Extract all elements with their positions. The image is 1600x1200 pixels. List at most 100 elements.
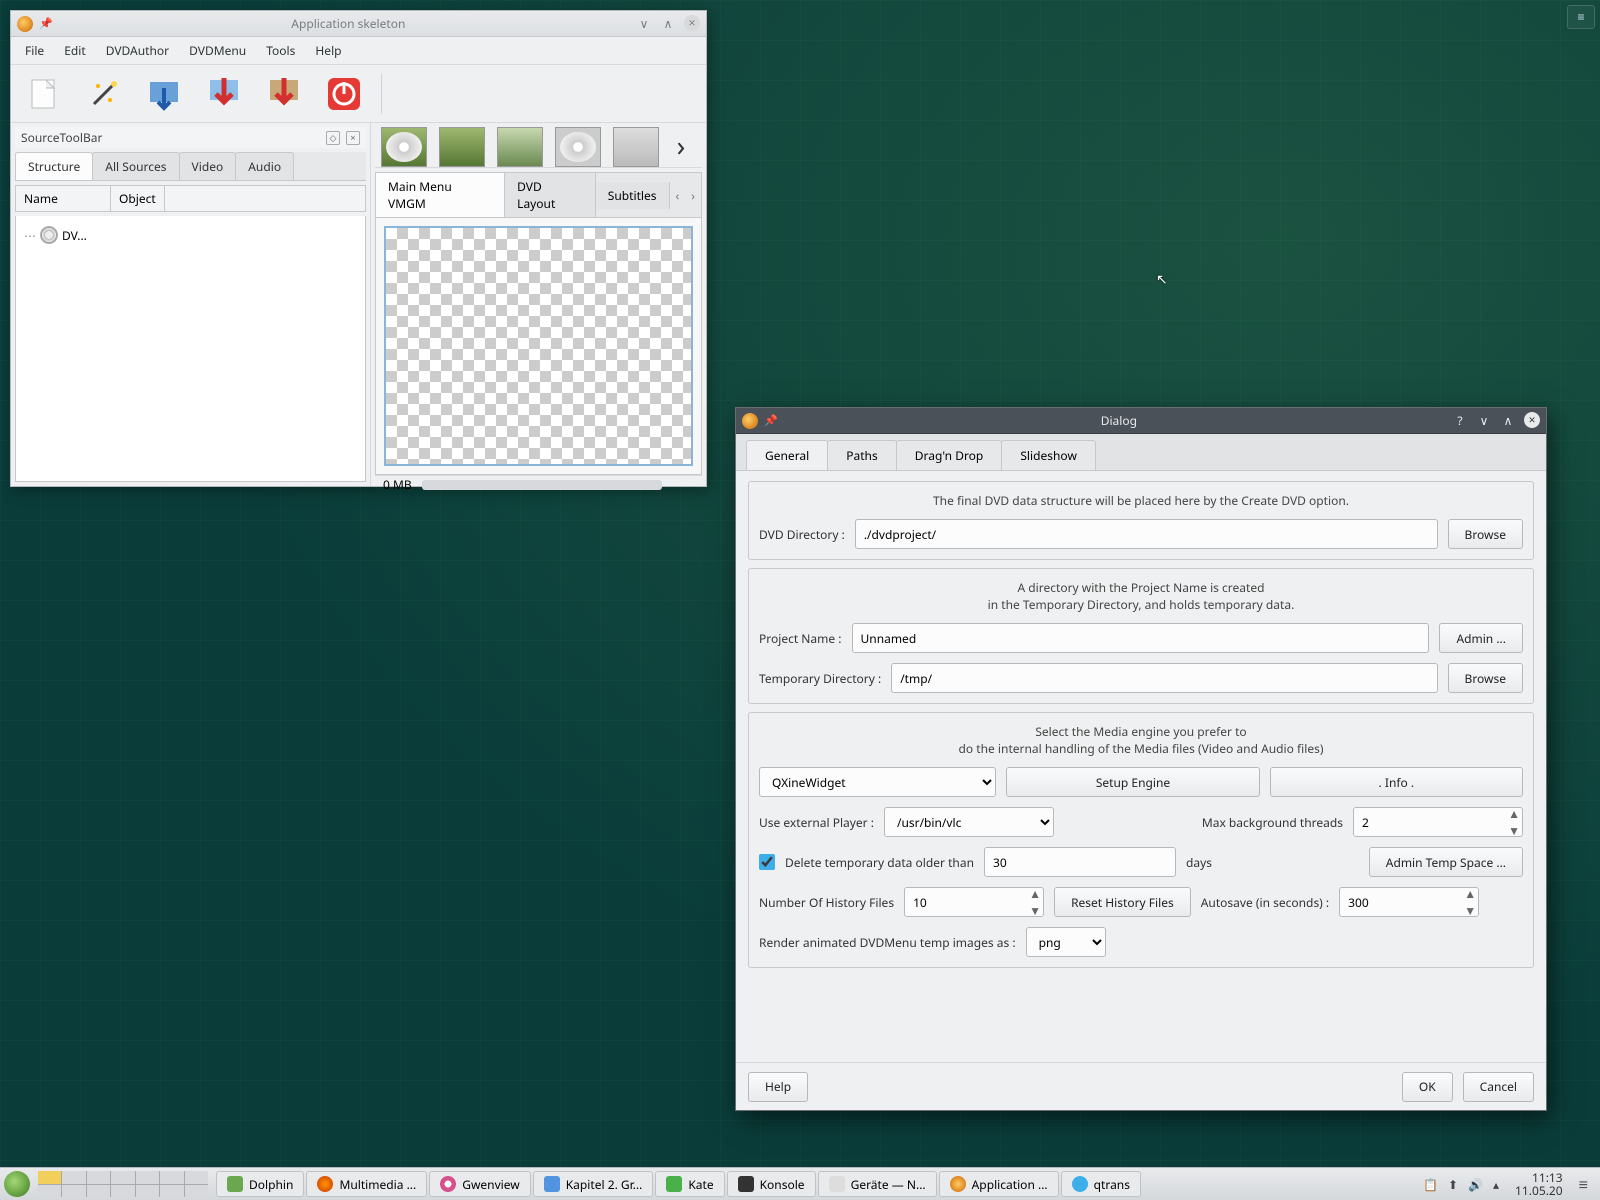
dialog-help-icon[interactable]: ?: [1452, 412, 1468, 429]
dialog-minimize-icon[interactable]: ∨: [1476, 412, 1492, 429]
main-titlebar[interactable]: 📌 Application skeleton ∨ ∧ ×: [11, 11, 706, 37]
tab-video[interactable]: Video: [179, 152, 237, 180]
setup-engine-button[interactable]: Setup Engine: [1006, 767, 1259, 797]
thumb-template-1[interactable]: [381, 127, 427, 167]
tray-expand-icon[interactable]: ▴: [1493, 1176, 1499, 1193]
history-files-stepper[interactable]: ▲▼: [904, 887, 1044, 917]
menu-help[interactable]: Help: [307, 38, 349, 63]
dialog-body: The final DVD data structure will be pla…: [736, 471, 1546, 1062]
tree-item-dvd[interactable]: ⋯ DV...: [20, 222, 361, 248]
toolbar-import-icon[interactable]: [141, 71, 187, 117]
task-kate[interactable]: Kate: [655, 1171, 724, 1197]
thumb-template-3[interactable]: [497, 127, 543, 167]
tree-col-object[interactable]: Object: [111, 186, 165, 211]
admin-temp-button[interactable]: Admin Temp Space ...: [1369, 847, 1523, 877]
toolbar-export-icon[interactable]: [261, 71, 307, 117]
temp-dir-browse-button[interactable]: Browse: [1448, 663, 1523, 693]
pin-icon[interactable]: 📌: [39, 16, 53, 31]
thumb-template-5[interactable]: [613, 127, 659, 167]
menu-canvas[interactable]: [384, 226, 693, 466]
tab-slideshow[interactable]: Slideshow: [1001, 440, 1096, 470]
menu-dvdauthor[interactable]: DVDAuthor: [98, 38, 177, 63]
render-fmt-select[interactable]: png: [1026, 927, 1106, 957]
tab-scroll-right-icon[interactable]: ›: [685, 183, 701, 208]
task-gwenview[interactable]: Gwenview: [429, 1171, 531, 1197]
tree-expander-icon[interactable]: ⋯: [24, 227, 36, 244]
dvd-dir-input[interactable]: [855, 519, 1438, 549]
dvd-dir-browse-button[interactable]: Browse: [1448, 519, 1523, 549]
panel-float-icon[interactable]: ◇: [326, 131, 340, 145]
desktop-menu-button[interactable]: ≡: [1567, 5, 1595, 29]
toolbar-download-icon[interactable]: [201, 71, 247, 117]
taskbar-clock[interactable]: 11:13 11.05.20: [1509, 1171, 1569, 1197]
dialog-ok-button[interactable]: OK: [1402, 1072, 1453, 1102]
dialog-maximize-icon[interactable]: ∧: [1500, 412, 1516, 429]
dialog-close-icon[interactable]: ×: [1524, 412, 1540, 428]
spin-down-icon[interactable]: ▼: [1464, 902, 1476, 919]
dialog-cancel-button[interactable]: Cancel: [1463, 1072, 1534, 1102]
tray-clipboard-icon[interactable]: 📋: [1423, 1176, 1438, 1193]
tree-body[interactable]: ⋯ DV...: [15, 216, 366, 482]
toolbar-wizard-icon[interactable]: [81, 71, 127, 117]
max-bg-threads-stepper[interactable]: ▲▼: [1353, 807, 1523, 837]
engine-info-button[interactable]: . Info .: [1270, 767, 1523, 797]
close-icon[interactable]: ×: [684, 15, 700, 31]
task-konsole[interactable]: Konsole: [727, 1171, 816, 1197]
desktop-pager[interactable]: [38, 1171, 208, 1197]
task-app-skeleton[interactable]: Application ...: [939, 1171, 1059, 1197]
tab-structure[interactable]: Structure: [15, 152, 93, 180]
taskbar-menu-icon[interactable]: ≡: [1571, 1173, 1596, 1195]
tray-volume-icon[interactable]: 🔊: [1468, 1176, 1483, 1193]
group-dvd-dir: The final DVD data structure will be pla…: [748, 481, 1534, 560]
menu-file[interactable]: File: [17, 38, 52, 63]
tree-col-name[interactable]: Name: [16, 186, 111, 211]
maximize-icon[interactable]: ∧: [660, 15, 676, 32]
thumb-next-icon[interactable]: ›: [671, 127, 691, 167]
task-kapitel[interactable]: Kapitel 2. Gr...: [533, 1171, 654, 1197]
tab-scroll-left-icon[interactable]: ‹: [670, 183, 686, 208]
spin-down-icon[interactable]: ▼: [1029, 902, 1041, 919]
history-files-label: Number Of History Files: [759, 894, 894, 911]
thumb-template-2[interactable]: [439, 127, 485, 167]
spin-up-icon[interactable]: ▲: [1508, 805, 1520, 822]
menu-edit[interactable]: Edit: [56, 38, 93, 63]
tray-updates-icon[interactable]: ⬆: [1448, 1176, 1458, 1193]
autosave-stepper[interactable]: ▲▼: [1339, 887, 1479, 917]
project-name-input[interactable]: [852, 623, 1430, 653]
task-dolphin[interactable]: Dolphin: [216, 1171, 304, 1197]
task-firefox[interactable]: Multimedia ...: [306, 1171, 427, 1197]
toolbar-new-icon[interactable]: [21, 71, 67, 117]
spin-down-icon[interactable]: ▼: [1508, 822, 1520, 839]
toolbar-power-icon[interactable]: [321, 71, 367, 117]
spin-up-icon[interactable]: ▲: [1464, 885, 1476, 902]
tab-all-sources[interactable]: All Sources: [92, 152, 179, 180]
menu-dvdmenu[interactable]: DVDMenu: [181, 38, 254, 63]
dialog-pin-icon[interactable]: 📌: [764, 413, 778, 428]
task-qtrans[interactable]: qtrans: [1061, 1171, 1141, 1197]
reset-history-button[interactable]: Reset History Files: [1054, 887, 1191, 917]
minimize-icon[interactable]: ∨: [636, 15, 652, 32]
tab-dvd-layout[interactable]: DVD Layout: [505, 173, 596, 217]
dialog-titlebar[interactable]: 📌 Dialog ? ∨ ∧ ×: [736, 408, 1546, 434]
thumb-template-4[interactable]: [555, 127, 601, 167]
tab-paths[interactable]: Paths: [827, 440, 897, 470]
app-launcher-icon[interactable]: [4, 1171, 30, 1197]
status-size: 0 MB: [383, 476, 412, 493]
panel-close-icon[interactable]: ×: [346, 131, 360, 145]
tab-dragndrop[interactable]: Drag'n Drop: [896, 440, 1003, 470]
tab-subtitles[interactable]: Subtitles: [596, 182, 670, 209]
tab-general[interactable]: General: [746, 440, 828, 470]
menu-tools[interactable]: Tools: [258, 38, 303, 63]
delete-old-days-input[interactable]: [984, 847, 1176, 877]
status-bar: 0 MB: [375, 475, 702, 493]
task-gerate[interactable]: Geräte — N...: [818, 1171, 937, 1197]
dialog-help-button[interactable]: Help: [748, 1072, 808, 1102]
temp-dir-input[interactable]: [891, 663, 1437, 693]
spin-up-icon[interactable]: ▲: [1029, 885, 1041, 902]
media-engine-select[interactable]: QXineWidget: [759, 767, 996, 797]
project-admin-button[interactable]: Admin ...: [1439, 623, 1523, 653]
tab-audio[interactable]: Audio: [235, 152, 294, 180]
ext-player-select[interactable]: /usr/bin/vlc: [884, 807, 1054, 837]
tab-main-menu[interactable]: Main Menu VMGM: [376, 173, 505, 217]
delete-old-checkbox[interactable]: [759, 854, 775, 870]
